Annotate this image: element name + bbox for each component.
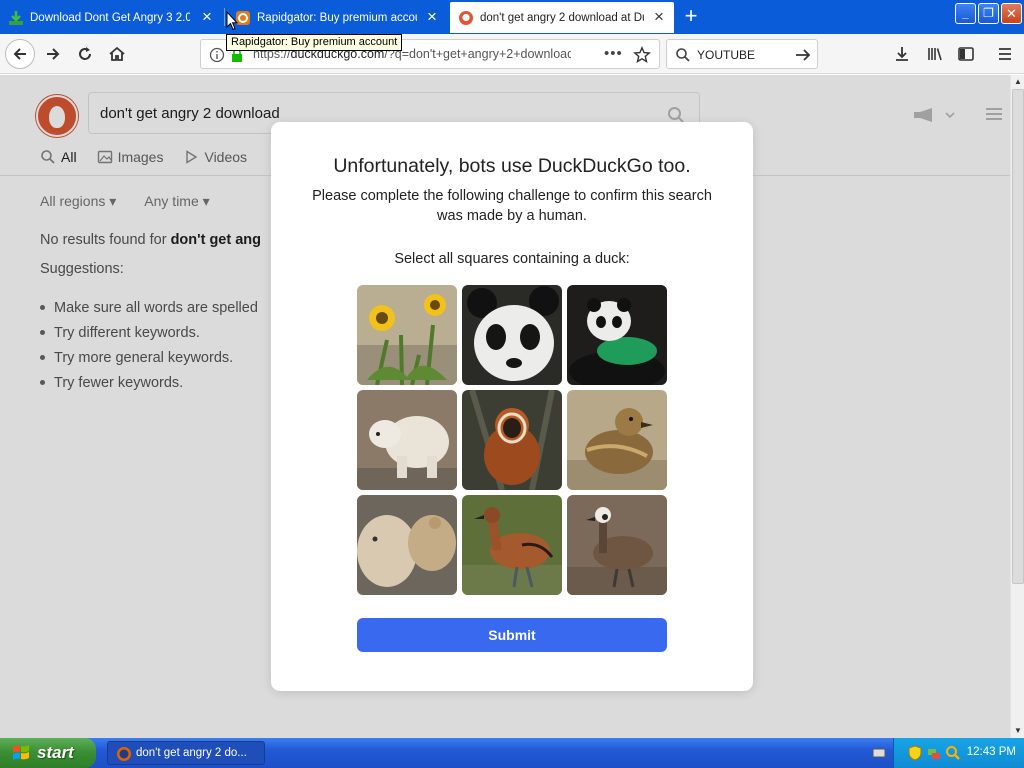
home-icon (109, 46, 125, 61)
tab-separator (224, 8, 225, 26)
bot-challenge-modal: Unfortunately, bots use DuckDuckGo too. … (271, 122, 753, 691)
scroll-thumb[interactable] (1012, 89, 1024, 584)
tab-tooltip: Rapidgator: Buy premium account (226, 34, 403, 51)
download-icon (8, 10, 24, 26)
security-shield-icon (908, 745, 922, 761)
downloads-button[interactable] (887, 39, 917, 69)
tile-giant-panda[interactable] (462, 285, 562, 385)
download-arrow-icon (896, 47, 908, 61)
tab-title: Rapidgator: Buy premium account (257, 11, 417, 24)
site-info-icon (209, 47, 225, 63)
submit-button[interactable]: Submit (357, 618, 667, 652)
scroll-up-icon[interactable]: ▲ (1011, 75, 1024, 89)
tab-strip: Download Dont Get Angry 3 2.0.1 × Rapidg… (0, 0, 1024, 34)
start-button[interactable]: start (0, 738, 96, 768)
windows-logo-icon (13, 745, 29, 760)
challenge-prompt: Select all squares containing a duck: (394, 251, 630, 267)
search-icon (676, 48, 690, 62)
taskbar-item-firefox[interactable]: don't get angry 2 do... (107, 741, 265, 765)
vertical-scrollbar[interactable]: ▲ ▼ (1010, 75, 1024, 738)
tile-sunflowers[interactable] (357, 285, 457, 385)
new-tab-button[interactable]: + (679, 4, 703, 28)
library-button[interactable] (920, 39, 950, 69)
navigation-toolbar: https://duckduckgo.com/?q=don't+get+angr… (0, 34, 1024, 74)
reload-button[interactable] (70, 39, 100, 69)
challenge-title: Unfortunately, bots use DuckDuckGo too. (333, 155, 691, 177)
minimize-button[interactable]: _ (955, 3, 976, 24)
tile-polar-bear[interactable] (357, 390, 457, 490)
system-tray: 12:43 PM (872, 738, 1024, 768)
tab-download-dont-get-angry[interactable]: Download Dont Get Angry 3 2.0.1 × (0, 2, 222, 33)
back-arrow-icon (13, 48, 26, 60)
sidebar-icon (958, 47, 974, 61)
taskbar: start don't get angry 2 do... 12:43 PM (0, 738, 1024, 768)
page-content: don't get angry 2 download All Images Vi… (0, 75, 1010, 738)
back-button[interactable] (5, 39, 35, 69)
tab-duckduckgo[interactable]: don't get angry 2 download at DuckDuckGo… (450, 2, 674, 33)
forward-arrow-icon (47, 48, 60, 60)
library-icon (928, 48, 942, 61)
restore-button[interactable]: ❐ (978, 3, 999, 24)
tab-close-icon[interactable]: × (650, 8, 668, 26)
tile-panda-cub[interactable] (567, 285, 667, 385)
image-grid (357, 285, 667, 595)
home-button[interactable] (102, 39, 132, 69)
network-icon (928, 749, 940, 759)
search-bar[interactable]: YOUTUBE (666, 39, 818, 69)
scroll-down-icon[interactable]: ▼ (1011, 724, 1024, 738)
tab-title: Download Dont Get Angry 3 2.0.1 (30, 11, 190, 24)
tile-whistling-duck[interactable] (567, 495, 667, 595)
tab-title: don't get angry 2 download at DuckDuckGo (480, 11, 644, 24)
page-actions-icon[interactable]: ••• (604, 45, 623, 62)
clock: 12:43 PM (966, 746, 1016, 758)
menu-button[interactable] (990, 39, 1020, 69)
tile-gibbon[interactable] (462, 390, 562, 490)
hamburger-icon (999, 48, 1011, 60)
bookmark-star-icon (633, 46, 651, 63)
close-window-button[interactable]: ✕ (1001, 3, 1022, 24)
firefox-icon (117, 747, 131, 761)
mouse-cursor-icon (226, 11, 238, 31)
url-rest: /?q=don't+get+angry+2+download (384, 47, 571, 61)
taskbar-item-label: don't get angry 2 do... (136, 747, 247, 759)
go-arrow-icon (796, 49, 811, 61)
tile-whistling-duck[interactable] (462, 495, 562, 595)
sidebar-button[interactable] (951, 39, 981, 69)
challenge-subtitle: Please complete the following challenge … (312, 188, 712, 224)
search-tray-icon (946, 746, 960, 760)
reload-icon (79, 47, 91, 60)
tab-close-icon[interactable]: × (423, 8, 441, 26)
start-label: start (37, 743, 74, 762)
search-input[interactable]: YOUTUBE (697, 48, 755, 62)
tab-close-icon[interactable]: × (198, 8, 216, 26)
forward-button[interactable] (38, 39, 68, 69)
tile-bears[interactable] (357, 495, 457, 595)
tile-duckling[interactable] (567, 390, 667, 490)
duckduckgo-icon (458, 10, 474, 26)
keyboard-icon (872, 748, 886, 758)
tab-rapidgator[interactable]: Rapidgator: Buy premium account × (227, 2, 447, 33)
